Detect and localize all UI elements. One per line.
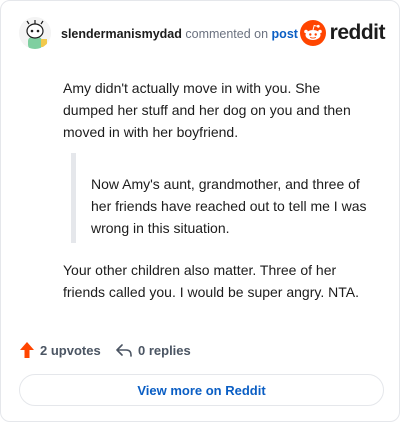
comment-actions: 2 upvotes 0 replies (19, 340, 389, 360)
reply-arrow-icon (116, 344, 132, 357)
user-avatar[interactable] (19, 17, 51, 49)
blockquote: Now Amy's aunt, grandmother, and three o… (71, 153, 381, 243)
upvote-arrow-icon (20, 342, 34, 358)
replies-button[interactable]: 0 replies (115, 340, 191, 360)
commented-on-label: commented on (185, 27, 269, 41)
upvote-count: 2 upvotes (40, 342, 101, 358)
view-more-button[interactable]: View more on Reddit (19, 374, 384, 406)
reply-count: 0 replies (138, 342, 191, 358)
comment-header: slendermanismydad commented on post redd… (19, 17, 386, 51)
comment-paragraph: Your other children also matter. Three o… (63, 262, 359, 300)
quote-text: Now Amy's aunt, grandmother, and three o… (91, 176, 367, 236)
upvote-button[interactable]: 2 upvotes (19, 340, 101, 360)
reddit-snoo-icon (299, 20, 326, 46)
reddit-wordmark: reddit (329, 21, 386, 44)
comment-byline: slendermanismydad commented on post (61, 27, 298, 41)
reddit-logo[interactable]: reddit (299, 19, 386, 47)
comment-paragraph: Amy didn't actually move in with you. Sh… (63, 80, 351, 140)
reddit-embed-card: slendermanismydad commented on post redd… (0, 0, 400, 422)
username-link[interactable]: slendermanismydad (61, 27, 182, 41)
post-link[interactable]: post (272, 27, 298, 41)
